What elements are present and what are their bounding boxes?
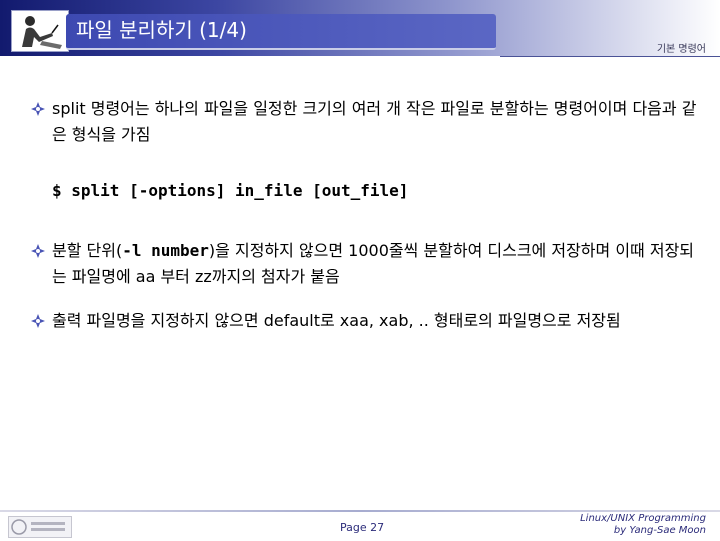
footer-divider	[0, 510, 720, 512]
credit-line-1: Linux/UNIX Programming	[580, 513, 706, 524]
person-writing-icon	[22, 16, 62, 49]
header-divider	[500, 56, 720, 57]
page-number: Page 27	[340, 521, 385, 534]
command-syntax: $ split [-options] in_file [out_file]	[52, 181, 409, 200]
bullet-icon	[31, 244, 45, 258]
bullet-item: 분할 단위(-l number)을 지정하지 않으면 1000줄씩 분할하여 디…	[30, 238, 700, 290]
option-code: -l number	[122, 241, 209, 260]
slide-content: split 명령어는 하나의 파일을 일정한 크기의 여러 개 작은 파일로 분…	[30, 96, 700, 334]
seal-icon	[11, 519, 65, 535]
bullet-item: 출력 파일명을 지정하지 않으면 default로 xaa, xab, .. 형…	[30, 308, 700, 334]
bullet-text: 출력 파일명을 지정하지 않으면 default로 xaa, xab, .. 형…	[52, 311, 621, 330]
bullet-icon	[31, 314, 45, 328]
bullet-icon	[31, 102, 45, 116]
university-logo	[8, 516, 72, 538]
bullet-item: split 명령어는 하나의 파일을 일정한 크기의 여러 개 작은 파일로 분…	[30, 96, 700, 148]
credit-line-2: by Yang-Sae Moon	[613, 525, 706, 536]
header-logo	[11, 10, 69, 52]
section-tag: 기본 명령어	[656, 44, 706, 55]
page-title: 파일 분리하기 (1/4)	[76, 18, 247, 42]
bullet-text-start: 분할 단위(	[52, 241, 123, 260]
bullet-text: split 명령어는 하나의 파일을 일정한 크기의 여러 개 작은 파일로 분…	[52, 99, 697, 144]
course-credit: Linux/UNIX Programming by Yang-Sae Moon	[580, 513, 706, 537]
